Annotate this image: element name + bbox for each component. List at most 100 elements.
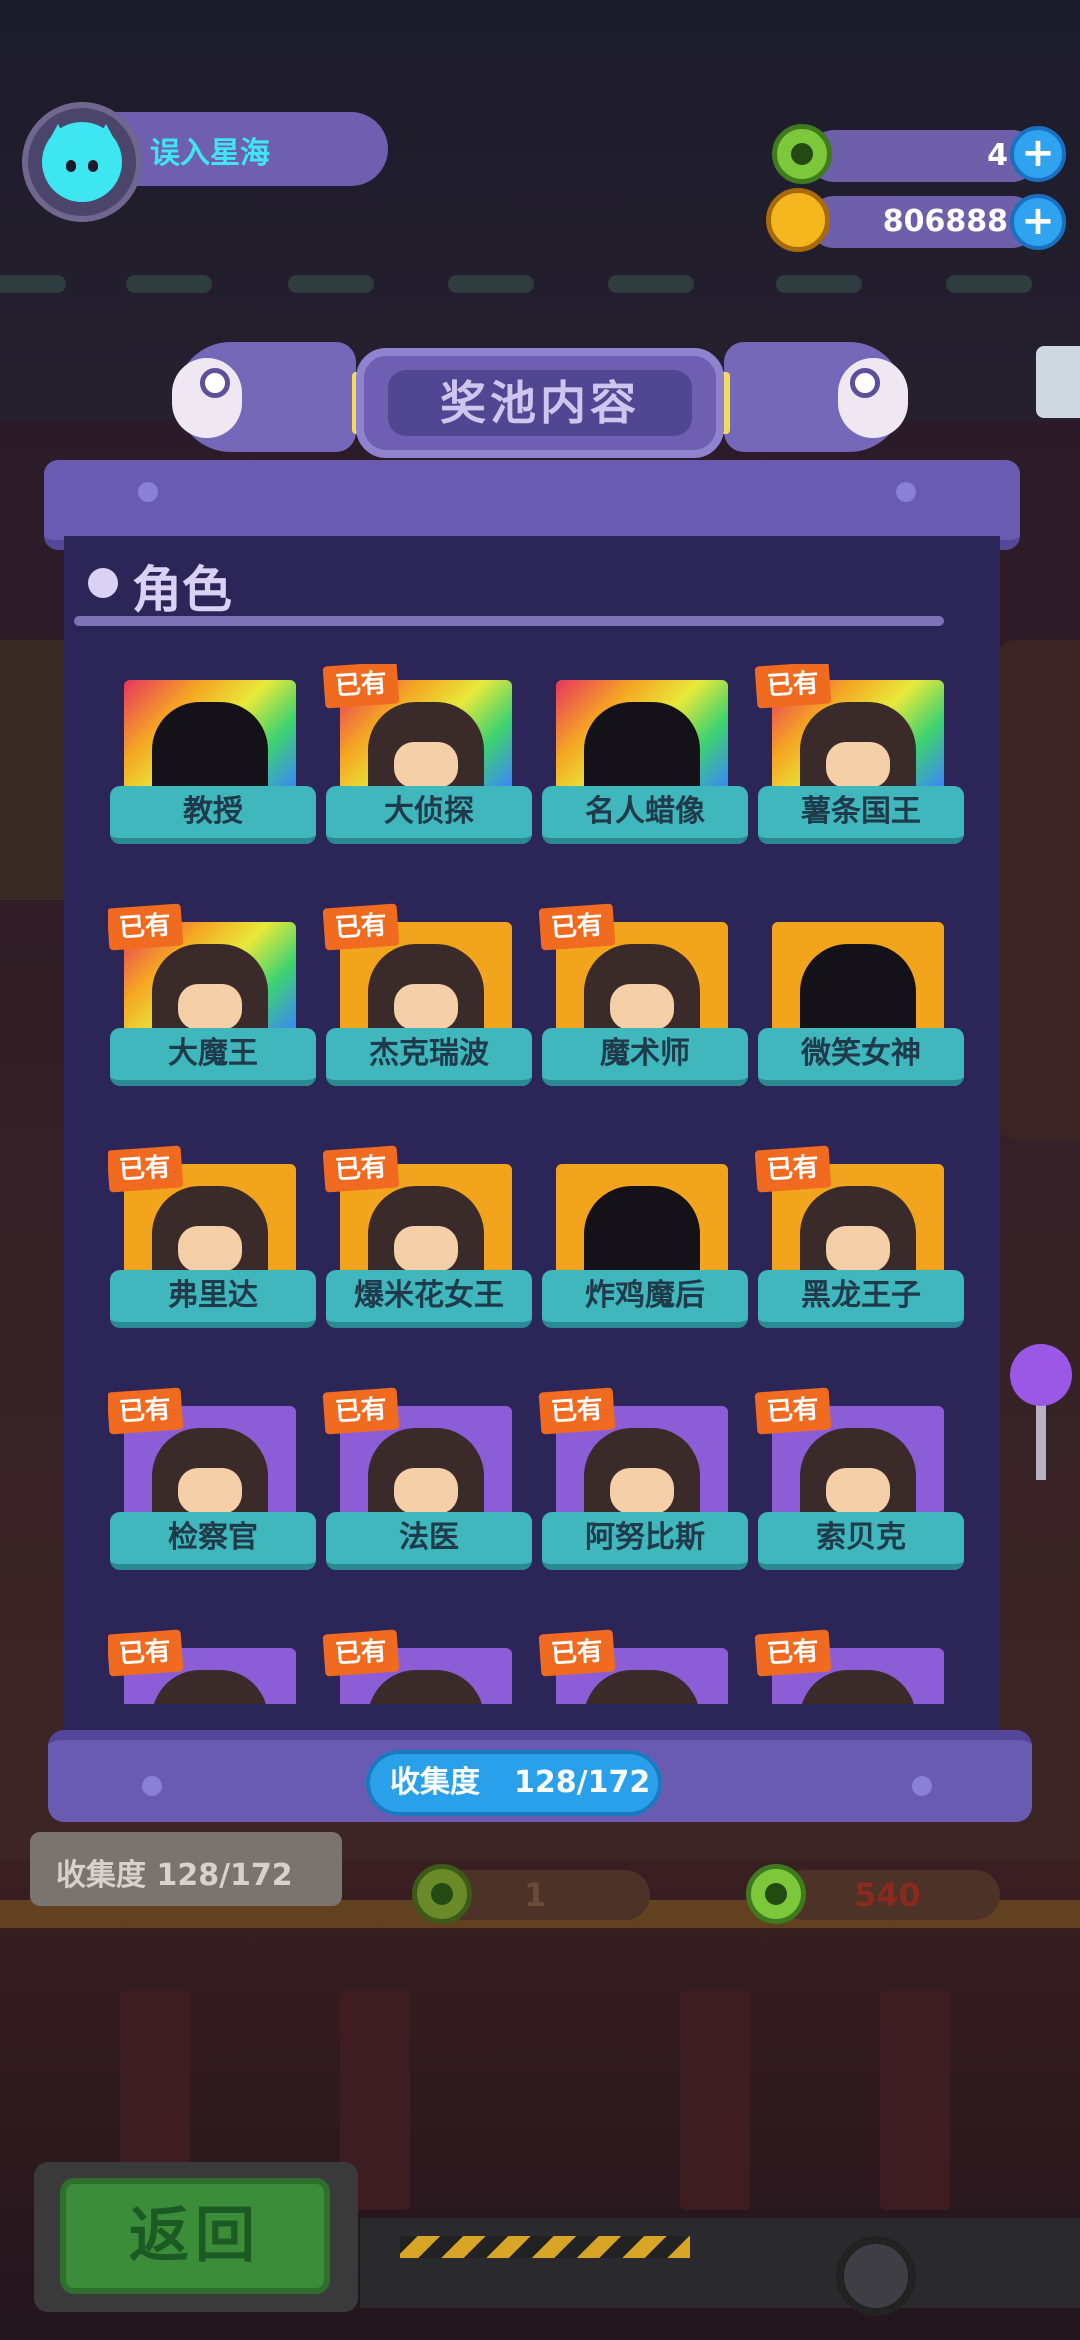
- character-card[interactable]: 黑龙王子 已有: [754, 1145, 976, 1358]
- fish-eye-icon: [200, 368, 230, 398]
- background-collection-plaque: 收集度 128/172: [30, 1832, 342, 1906]
- character-name-bar: 微笑女神: [758, 1028, 964, 1086]
- cat-eye-icon: [88, 160, 98, 172]
- section-divider: [74, 616, 944, 626]
- collection-progress-pill: 收集度 128/172: [366, 1750, 662, 1816]
- section-title-characters: 角色: [132, 561, 232, 619]
- section-bullet-icon: [88, 568, 118, 598]
- collection-value: 128/172: [514, 1765, 651, 1800]
- character-card[interactable]: 薯条国王 已有: [754, 664, 976, 874]
- player-avatar[interactable]: [22, 102, 142, 222]
- gems-counter: 4: [808, 130, 1038, 182]
- character-sprite-icon: [368, 1670, 484, 1704]
- right-fish-decoration-icon: [724, 342, 908, 452]
- character-card[interactable]: 已有: [322, 1629, 544, 1704]
- character-name-bar: 杰克瑞波: [326, 1028, 532, 1086]
- cat-ear-icon: [46, 124, 70, 146]
- character-name: 名人蜡像: [585, 794, 705, 829]
- character-face: [610, 1468, 674, 1514]
- character-name-bar: 教授: [110, 786, 316, 844]
- coins-counter: 806888: [808, 196, 1038, 248]
- background-dash: [608, 275, 694, 293]
- background-green-coin-icon: [746, 1864, 806, 1924]
- character-card[interactable]: 名人蜡像: [540, 664, 760, 874]
- character-card[interactable]: 爆米花女王 已有: [322, 1145, 544, 1358]
- character-name-bar: 魔术师: [542, 1028, 748, 1086]
- owned-badge: 已有: [322, 1145, 400, 1193]
- background-dash: [0, 275, 66, 293]
- character-name-bar: 法医: [326, 1512, 532, 1570]
- background-collection-text: 收集度 128/172: [56, 1858, 293, 1893]
- character-card[interactable]: 弗里达 已有: [108, 1145, 328, 1358]
- owned-badge: 已有: [322, 903, 400, 951]
- character-card[interactable]: 法医 已有: [322, 1387, 544, 1600]
- owned-badge: 已有: [538, 903, 616, 951]
- character-name-bar: 薯条国王: [758, 786, 964, 844]
- green-donut-coin-icon: [772, 124, 832, 184]
- owned-badge: 已有: [538, 1387, 616, 1435]
- background-side-machine: [996, 640, 1080, 1140]
- character-card[interactable]: 检察官 已有: [108, 1387, 328, 1600]
- rivet-icon: [912, 1776, 932, 1796]
- character-name-bar: 弗里达: [110, 1270, 316, 1328]
- character-card[interactable]: 已有: [538, 1629, 760, 1704]
- character-card[interactable]: 炸鸡魔后: [540, 1148, 760, 1358]
- owned-badge: 已有: [322, 1387, 400, 1435]
- owned-badge: 已有: [108, 1387, 184, 1435]
- prize-pool-title-plate: 奖池内容: [356, 348, 724, 458]
- character-name: 教授: [183, 794, 243, 829]
- owned-badge: 已有: [754, 1387, 832, 1435]
- character-face: [394, 984, 458, 1030]
- character-card[interactable]: 教授: [108, 664, 328, 874]
- background-left-shelf: [0, 640, 64, 900]
- character-sprite-icon: [800, 1670, 916, 1704]
- character-name: 大侦探: [384, 794, 474, 829]
- gems-value: 4: [987, 138, 1008, 173]
- background-conveyor: [360, 2218, 1080, 2308]
- character-card[interactable]: 索贝克 已有: [754, 1387, 976, 1600]
- cat-ear-icon: [94, 124, 118, 146]
- background-green-coin-icon: [412, 1864, 472, 1924]
- character-card[interactable]: 阿努比斯 已有: [538, 1387, 760, 1600]
- character-name: 检察官: [168, 1520, 258, 1555]
- character-face: [178, 1468, 242, 1514]
- owned-badge: 已有: [754, 1145, 832, 1193]
- background-dash: [776, 275, 862, 293]
- character-card[interactable]: 已有: [754, 1629, 976, 1704]
- background-pillar: [880, 1990, 950, 2210]
- add-coins-button[interactable]: +: [1010, 194, 1066, 250]
- owned-badge: 已有: [108, 1145, 184, 1193]
- character-card[interactable]: 魔术师 已有: [538, 903, 760, 1116]
- character-name-bar: 爆米花女王: [326, 1270, 532, 1328]
- character-sprite-icon: [152, 1670, 268, 1704]
- character-name-bar: 大侦探: [326, 786, 532, 844]
- owned-badge: 已有: [754, 664, 832, 709]
- character-name-bar: 检察官: [110, 1512, 316, 1570]
- back-button-label: 返回: [129, 2201, 261, 2271]
- character-card[interactable]: 杰克瑞波 已有: [322, 903, 544, 1116]
- character-card[interactable]: 已有: [108, 1629, 328, 1704]
- back-button[interactable]: 返回: [60, 2178, 330, 2294]
- background-slot-1-text: 1: [524, 1876, 547, 1914]
- character-name: 炸鸡魔后: [585, 1278, 705, 1313]
- character-grid[interactable]: 教授 大侦探 已有 名人蜡像 薯条国王 已有 大魔王 已有 杰克瑞波 已有 魔术师 已有 微笑女神 弗里达…: [108, 664, 980, 1704]
- prize-pool-title: 奖池内容: [440, 376, 640, 430]
- character-card[interactable]: 大侦探 已有: [322, 664, 544, 874]
- owned-badge: 已有: [322, 664, 400, 709]
- add-gems-button[interactable]: +: [1010, 126, 1066, 182]
- character-name: 索贝克: [816, 1520, 906, 1555]
- character-name: 杰克瑞波: [369, 1036, 489, 1071]
- character-face: [826, 1226, 890, 1272]
- character-name: 黑龙王子: [801, 1278, 921, 1313]
- character-name-bar: 黑龙王子: [758, 1270, 964, 1328]
- side-clip-icon: [1036, 346, 1080, 418]
- character-face: [178, 1226, 242, 1272]
- background-slot-2-text: 540: [854, 1876, 921, 1914]
- background-slot-2: 540: [780, 1870, 1000, 1920]
- rivet-icon: [138, 482, 158, 502]
- character-card[interactable]: 微笑女神: [756, 906, 976, 1116]
- character-card[interactable]: 大魔王 已有: [108, 903, 328, 1116]
- owned-badge: 已有: [108, 1629, 184, 1677]
- background-dash: [288, 275, 374, 293]
- character-name-bar: 索贝克: [758, 1512, 964, 1570]
